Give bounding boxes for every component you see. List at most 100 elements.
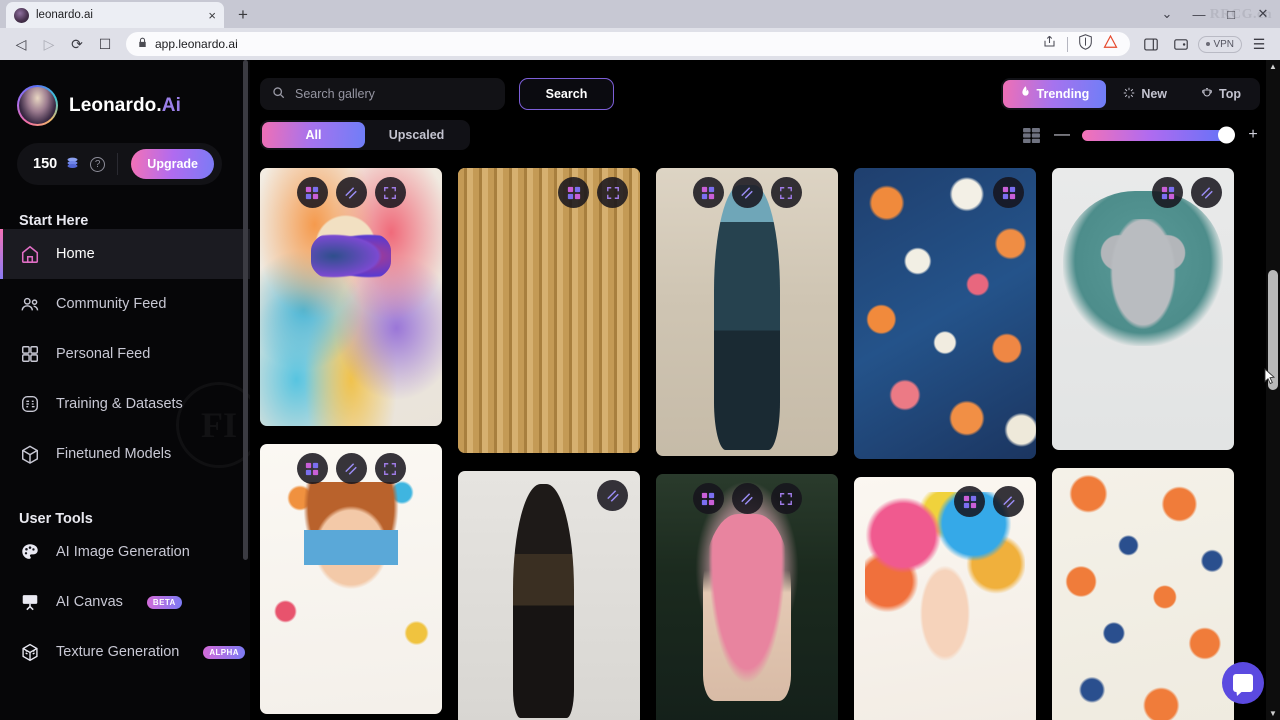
search-button[interactable]: Search xyxy=(519,78,614,110)
easel-icon xyxy=(20,592,40,612)
sidebar-item-home[interactable]: Home xyxy=(0,229,250,279)
expand-fullscreen-icon[interactable] xyxy=(374,177,406,208)
tab-favicon-icon xyxy=(14,7,29,23)
expand-fullscreen-icon[interactable] xyxy=(374,453,406,484)
tab-upscaled[interactable]: Upscaled xyxy=(365,122,468,148)
gallery-card[interactable] xyxy=(656,474,838,720)
sidebar-item-training-datasets[interactable]: Training & Datasets xyxy=(0,379,250,429)
browser-toolbar: ◁ ▷ ⟳ ☐ app.leonardo.ai VPN ☰ xyxy=(0,28,1280,60)
brave-shields-icon[interactable] xyxy=(1078,33,1093,55)
close-window-button[interactable]: ✕ xyxy=(1248,3,1278,25)
sidebar-item-ai-image-generation[interactable]: AI Image Generation xyxy=(0,527,250,577)
expand-fullscreen-icon[interactable] xyxy=(770,177,802,208)
browser-window: leonardo.ai × + RRCG.cn ⌄ — □ ✕ ◁ ▷ ⟳ ☐ … xyxy=(0,0,1280,720)
help-icon[interactable]: ? xyxy=(90,156,106,172)
brave-rewards-icon[interactable] xyxy=(1103,34,1118,54)
bookmark-icon[interactable]: ☐ xyxy=(92,31,118,57)
remix-image-icon[interactable] xyxy=(692,483,724,514)
gallery-card[interactable] xyxy=(458,168,640,453)
grid-layout-icon[interactable] xyxy=(1023,127,1040,143)
wallet-icon[interactable] xyxy=(1168,31,1194,57)
reload-icon[interactable]: ⟳ xyxy=(64,31,90,57)
gallery-card[interactable] xyxy=(1052,168,1234,450)
gallery-column xyxy=(1052,168,1234,720)
variations-icon[interactable] xyxy=(993,486,1024,517)
gallery-card[interactable] xyxy=(260,168,442,426)
sidebar-section-title-user-tools: User Tools xyxy=(19,511,93,527)
scroll-up-arrow-icon[interactable]: ▲ xyxy=(1266,62,1280,71)
variations-icon[interactable] xyxy=(731,177,763,208)
maximize-window-button[interactable]: □ xyxy=(1216,3,1246,25)
card-actions xyxy=(458,177,640,208)
zoom-out-button[interactable]: — xyxy=(1054,127,1070,143)
list-all-tabs-icon[interactable]: ⌄ xyxy=(1152,3,1182,25)
card-artwork xyxy=(656,168,838,456)
cube-icon xyxy=(20,444,40,464)
remix-image-icon[interactable] xyxy=(558,177,589,208)
minimize-window-button[interactable]: — xyxy=(1184,3,1214,25)
vpn-button[interactable]: VPN xyxy=(1198,35,1242,53)
address-bar[interactable]: app.leonardo.ai xyxy=(126,32,1131,56)
brand-logo-area[interactable]: Leonardo.Ai xyxy=(0,60,250,126)
expand-fullscreen-icon[interactable] xyxy=(597,177,628,208)
gallery-card[interactable] xyxy=(854,477,1036,720)
remix-image-icon[interactable] xyxy=(296,177,328,208)
remix-image-icon[interactable] xyxy=(1152,177,1183,208)
sidebar-toggle-icon[interactable] xyxy=(1138,31,1164,57)
sidebar-item-personal-feed[interactable]: Personal Feed xyxy=(0,329,250,379)
close-tab-icon[interactable]: × xyxy=(208,9,216,22)
gallery-card[interactable] xyxy=(854,168,1036,459)
zoom-slider-knob[interactable] xyxy=(1218,126,1235,144)
tab-all[interactable]: All xyxy=(262,122,365,148)
tab-top[interactable]: Top xyxy=(1184,80,1258,108)
gallery-card[interactable] xyxy=(260,444,442,714)
gallery-card[interactable] xyxy=(458,471,640,720)
variations-icon[interactable] xyxy=(731,483,763,514)
remix-image-icon[interactable] xyxy=(296,453,328,484)
intercom-chat-button[interactable] xyxy=(1222,662,1264,704)
card-actions xyxy=(1052,177,1234,208)
zoom-slider[interactable] xyxy=(1082,126,1235,144)
variations-icon[interactable] xyxy=(335,177,367,208)
gallery-card[interactable] xyxy=(1052,468,1234,720)
vpn-label: VPN xyxy=(1213,38,1234,50)
card-actions xyxy=(260,177,442,208)
remix-image-icon[interactable] xyxy=(954,486,985,517)
chat-bubble-icon xyxy=(1233,674,1253,692)
sidebar-scrollbar[interactable] xyxy=(243,60,248,560)
share-icon[interactable] xyxy=(1042,34,1057,54)
sidebar-item-label: Finetuned Models xyxy=(56,446,172,462)
tab-trending[interactable]: Trending xyxy=(1002,80,1107,108)
variations-icon[interactable] xyxy=(597,480,628,511)
back-icon[interactable]: ◁ xyxy=(8,31,34,57)
brand-name-suffix: Ai xyxy=(161,94,181,116)
browser-tab[interactable]: leonardo.ai × xyxy=(6,2,224,28)
browser-toolbar-right: VPN ☰ xyxy=(1138,31,1272,57)
zoom-in-button[interactable]: + xyxy=(1246,127,1260,143)
sidebar-item-ai-canvas[interactable]: AI Canvas BETA xyxy=(0,577,250,627)
gallery-card[interactable] xyxy=(656,168,838,456)
search-gallery-box[interactable] xyxy=(260,78,505,110)
coins-icon xyxy=(65,156,80,172)
web-page: FI Leonardo.Ai 150 ? Upgrade Start Here xyxy=(0,60,1280,720)
scroll-down-arrow-icon[interactable]: ▼ xyxy=(1266,709,1280,718)
variations-icon[interactable] xyxy=(335,453,367,484)
search-input[interactable] xyxy=(295,87,493,101)
upgrade-button[interactable]: Upgrade xyxy=(131,149,214,179)
image-gallery: R RRCG 人人素材 xyxy=(260,168,1260,720)
forward-icon[interactable]: ▷ xyxy=(36,31,62,57)
browser-menu-icon[interactable]: ☰ xyxy=(1246,31,1272,57)
sidebar-item-label: Community Feed xyxy=(56,296,167,312)
sidebar-item-finetuned-models[interactable]: Finetuned Models xyxy=(0,429,250,479)
remix-image-icon[interactable] xyxy=(692,177,724,208)
variations-icon[interactable] xyxy=(1191,177,1222,208)
vpn-status-dot xyxy=(1206,42,1211,46)
expand-fullscreen-icon[interactable] xyxy=(770,483,802,514)
page-scrollbar[interactable]: ▲ ▼ xyxy=(1266,60,1280,720)
remix-image-icon[interactable] xyxy=(993,177,1024,208)
tab-label: Trending xyxy=(1036,87,1090,101)
new-tab-button[interactable]: + xyxy=(230,3,256,27)
sidebar-item-community-feed[interactable]: Community Feed xyxy=(0,279,250,329)
tab-new[interactable]: New xyxy=(1106,80,1184,108)
sidebar-item-texture-generation[interactable]: Texture Generation ALPHA xyxy=(0,627,250,677)
